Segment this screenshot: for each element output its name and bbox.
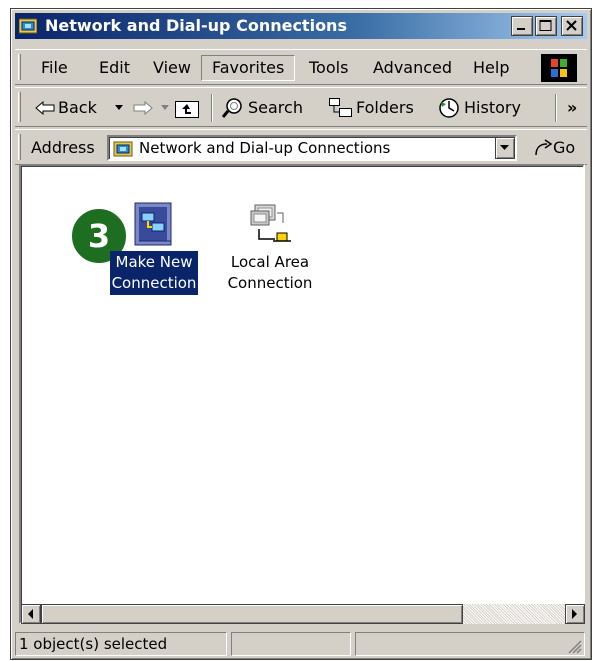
toolbar-overflow-chevron[interactable]: »: [567, 94, 577, 122]
go-button[interactable]: Go: [533, 136, 575, 160]
folders-label: Folders: [356, 98, 414, 117]
label-line-2: Connection: [227, 274, 313, 292]
status-panel-2: [231, 632, 351, 656]
label-line-1: Local Area: [230, 253, 310, 271]
menu-file[interactable]: File: [31, 55, 78, 81]
folder-network-icon: [113, 141, 133, 157]
menu-advanced[interactable]: Advanced: [363, 55, 462, 81]
folder-view[interactable]: 3 Make New Connection Local Area Connect…: [19, 164, 585, 624]
addressbar-grip[interactable]: [18, 134, 21, 160]
status-panel-3: [355, 632, 585, 656]
go-label: Go: [553, 138, 576, 157]
folders-button[interactable]: Folders: [329, 94, 414, 122]
maximize-icon: [539, 20, 552, 31]
make-new-connection-label: Make New Connection: [109, 251, 199, 295]
maximize-button[interactable]: [535, 16, 557, 36]
folder-network-icon: [19, 18, 37, 34]
toolbar-separator-end: [555, 94, 557, 122]
horizontal-scrollbar[interactable]: [21, 604, 585, 624]
address-dropdown-button[interactable]: [495, 137, 515, 159]
windows-logo-throbber: [541, 54, 577, 82]
address-value: Network and Dial-up Connections: [139, 139, 391, 157]
close-button[interactable]: [561, 16, 583, 36]
up-folder-icon[interactable]: [175, 99, 199, 118]
menu-bar: File Edit View Favorites Tools Advanced …: [15, 49, 587, 85]
close-icon: [566, 20, 577, 31]
windows-flag-icon: [551, 59, 567, 77]
status-bar: 1 object(s) selected: [15, 630, 587, 656]
go-arrow-icon: [535, 139, 553, 156]
explorer-window: Network and Dial-up Connections File Edi…: [10, 8, 592, 660]
toolbar-separator: [211, 94, 213, 122]
scroll-right-button[interactable]: [565, 604, 585, 624]
forward-arrow-icon[interactable]: [133, 101, 153, 115]
address-bar: Address Network and Dial-up Connections …: [15, 129, 587, 165]
back-button[interactable]: Back: [35, 94, 97, 122]
standard-toolbar: Back Search Folders History »: [15, 87, 587, 127]
local-area-connection-label: Local Area Connection: [226, 251, 315, 295]
window-title: Network and Dial-up Connections: [45, 16, 347, 35]
history-button[interactable]: History: [437, 94, 521, 122]
minimize-button[interactable]: [511, 16, 533, 36]
title-bar[interactable]: Network and Dial-up Connections: [15, 13, 587, 39]
make-new-connection-item[interactable]: Make New Connection: [99, 201, 209, 295]
back-label: Back: [58, 98, 97, 117]
menu-favorites[interactable]: Favorites: [201, 55, 296, 81]
local-area-connection-item[interactable]: Local Area Connection: [215, 201, 325, 295]
status-text: 1 object(s) selected: [19, 635, 168, 653]
label-line-1: Make New: [115, 253, 193, 271]
make-new-connection-icon: [134, 202, 172, 246]
arrow-right-icon: [572, 609, 577, 619]
toolbar-grip[interactable]: [18, 92, 21, 122]
forward-dropdown-icon[interactable]: [161, 105, 170, 111]
scrollbar-thumb[interactable]: [41, 604, 463, 624]
menu-edit[interactable]: Edit: [89, 55, 140, 81]
label-line-2: Connection: [111, 274, 197, 292]
chevron-down-icon: [500, 145, 509, 150]
resize-grip-icon[interactable]: [568, 640, 582, 654]
back-dropdown-icon[interactable]: [115, 105, 124, 111]
minimize-icon: [517, 28, 525, 30]
arrow-left-icon: [28, 609, 33, 619]
history-clock-icon: [439, 98, 459, 118]
history-label: History: [464, 98, 521, 117]
menu-help[interactable]: Help: [463, 55, 519, 81]
folders-tree-icon: [329, 98, 352, 117]
status-text-panel: 1 object(s) selected: [15, 632, 227, 656]
search-button[interactable]: Search: [221, 94, 303, 122]
search-label: Search: [248, 98, 303, 117]
search-icon: [221, 98, 242, 118]
menubar-grip[interactable]: [18, 54, 21, 80]
back-arrow-icon: [35, 101, 55, 115]
address-input[interactable]: Network and Dial-up Connections: [107, 135, 517, 161]
scrollbar-track[interactable]: [463, 604, 565, 624]
menu-view[interactable]: View: [143, 55, 201, 81]
menu-tools[interactable]: Tools: [299, 55, 358, 81]
scroll-left-button[interactable]: [21, 604, 41, 624]
local-area-connection-icon: [250, 204, 291, 242]
address-label: Address: [31, 138, 95, 157]
